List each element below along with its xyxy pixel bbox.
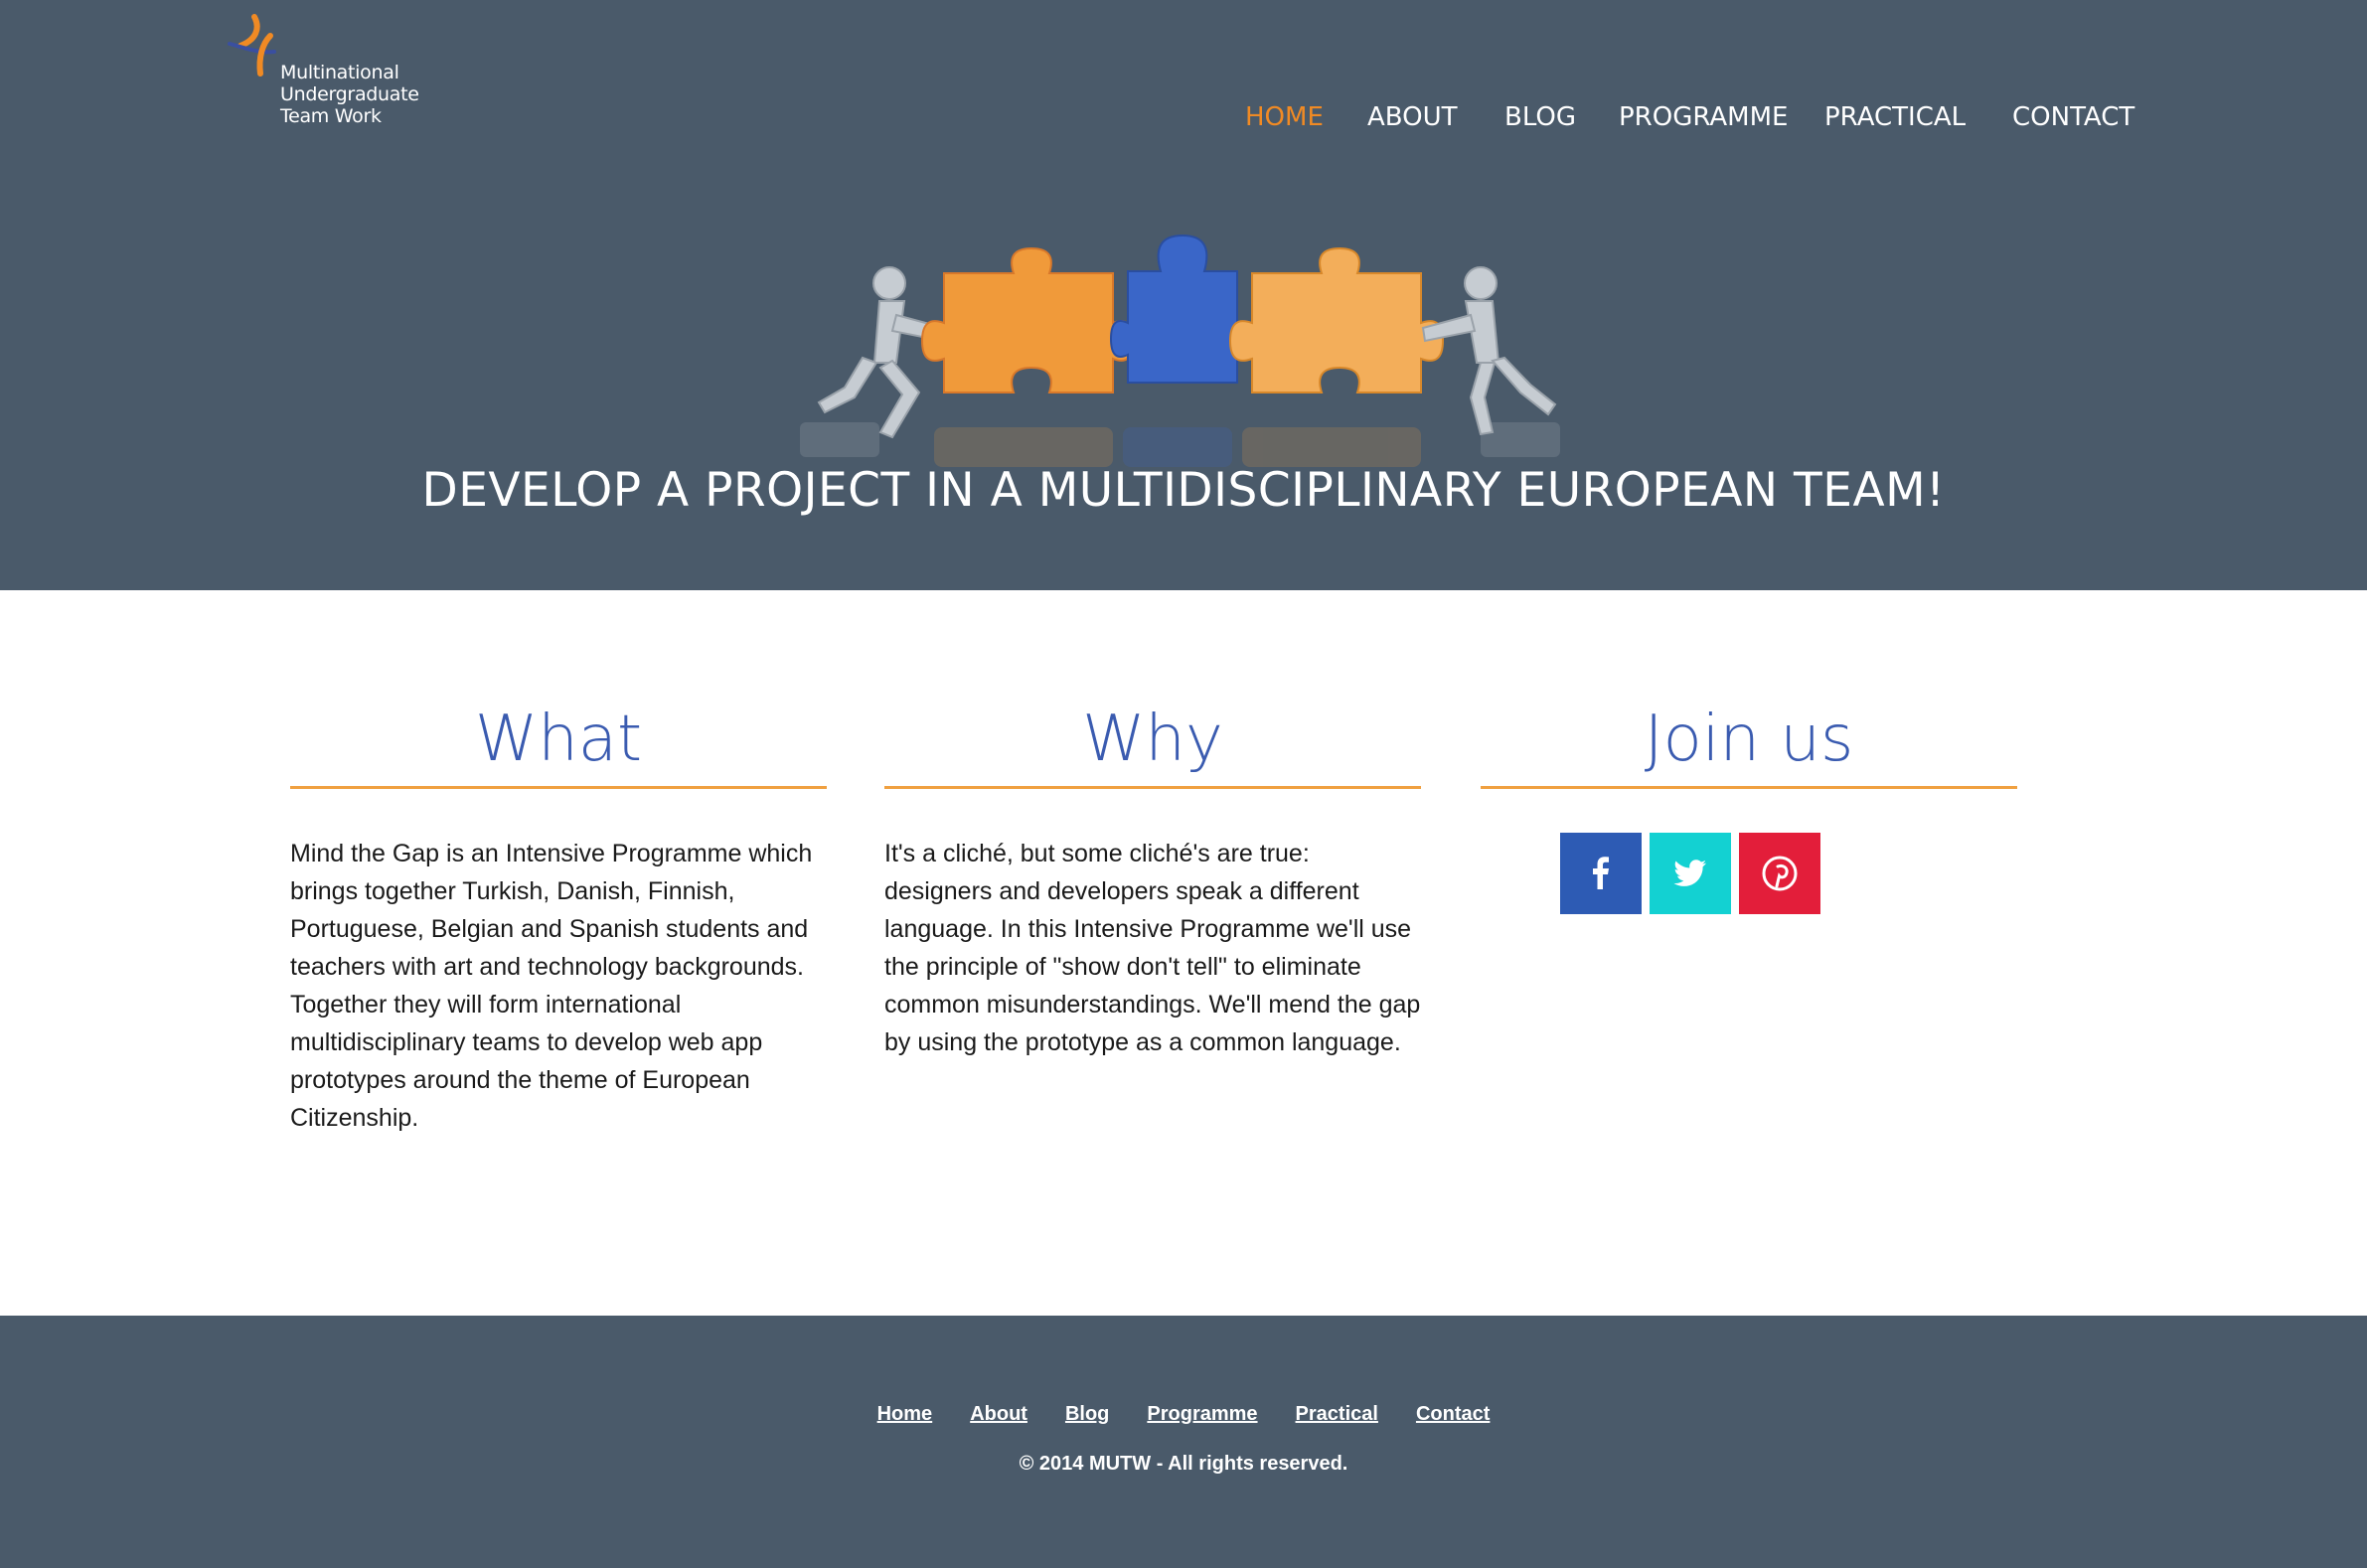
- hero-illustration: [785, 224, 1580, 472]
- nav-item-programme[interactable]: PROGRAMME: [1619, 99, 1788, 135]
- twitter-icon: [1673, 860, 1706, 886]
- facebook-icon: [1593, 857, 1609, 889]
- hero-title: DEVELOP A PROJECT IN A MULTIDISCIPLINARY…: [421, 463, 1946, 518]
- heading-divider: [290, 786, 827, 789]
- why-heading: Why: [1082, 703, 1223, 776]
- nav-item-blog[interactable]: BLOG: [1504, 99, 1576, 135]
- heading-divider: [1481, 786, 2017, 789]
- logo-line: Multinational: [280, 62, 399, 83]
- what-heading: What: [474, 703, 643, 776]
- copyright-text: © 2014 MUTW - All rights reserved.: [1019, 1453, 1348, 1475]
- footer-link-programme[interactable]: Programme: [1147, 1399, 1257, 1429]
- footer-link-blog[interactable]: Blog: [1065, 1399, 1109, 1429]
- footer-link-contact[interactable]: Contact: [1416, 1399, 1490, 1429]
- nav-item-home[interactable]: HOME: [1245, 99, 1324, 135]
- footer-link-home[interactable]: Home: [877, 1399, 933, 1429]
- puzzle-figures-icon: [800, 234, 1560, 467]
- nav-item-practical[interactable]: PRACTICAL: [1824, 99, 1966, 135]
- site-header: Multinational Undergraduate Team Work HO…: [0, 0, 2367, 590]
- nav-item-contact[interactable]: CONTACT: [2012, 99, 2134, 135]
- join-us-column: Join us: [1481, 696, 2017, 789]
- footer-nav: Home About Blog Programme Practical Cont…: [0, 1399, 2367, 1429]
- join-us-heading: Join us: [1644, 703, 1854, 776]
- facebook-button[interactable]: [1560, 833, 1642, 914]
- what-text: Mind the Gap is an Intensive Programme w…: [290, 840, 813, 1132]
- main-nav: HOME ABOUT BLOG PROGRAMME PRACTICAL CONT…: [0, 99, 2367, 139]
- site-footer: Home About Blog Programme Practical Cont…: [0, 1316, 2367, 1568]
- heading-divider: [884, 786, 1421, 789]
- pinterest-button[interactable]: [1739, 833, 1820, 914]
- nav-item-about[interactable]: ABOUT: [1367, 99, 1458, 135]
- why-column: Why It's a cliché, but some cliché's are…: [884, 696, 1421, 1061]
- logo-mark-icon: [228, 14, 276, 77]
- footer-link-about[interactable]: About: [970, 1399, 1027, 1429]
- footer-link-practical[interactable]: Practical: [1296, 1399, 1378, 1429]
- what-column: What Mind the Gap is an Intensive Progra…: [290, 696, 827, 1137]
- why-text: It's a cliché, but some cliché's are tru…: [884, 840, 1421, 1056]
- pinterest-icon: [1762, 856, 1798, 891]
- twitter-button[interactable]: [1650, 833, 1731, 914]
